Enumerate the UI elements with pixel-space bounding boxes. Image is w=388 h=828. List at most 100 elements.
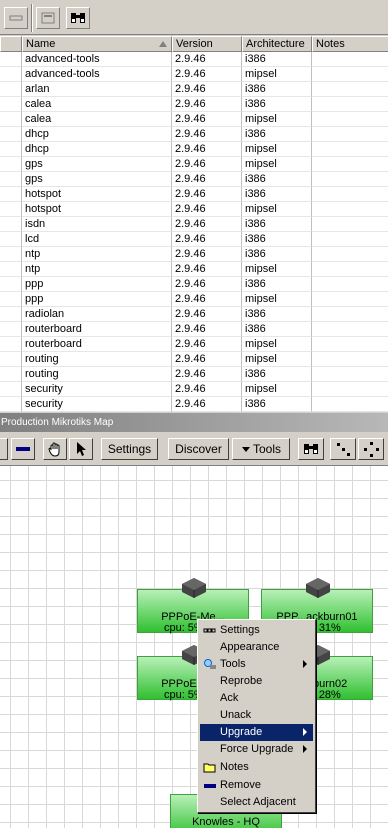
- menu-item-upgrade[interactable]: Upgrade: [200, 724, 313, 741]
- select-tool-button[interactable]: [69, 438, 93, 460]
- settings-button[interactable]: Settings: [101, 438, 158, 460]
- find-device-button[interactable]: [298, 438, 324, 460]
- table-row[interactable]: routerboard 2.9.46 i386: [0, 322, 388, 337]
- row-marker-cell: [0, 397, 22, 412]
- name-cell: ppp: [22, 277, 172, 292]
- tools-dropdown-button[interactable]: Tools: [232, 438, 290, 460]
- top-toolbar: [0, 0, 388, 35]
- minus-icon: [204, 784, 216, 788]
- link-tool-button[interactable]: [11, 438, 35, 460]
- menu-item-reprobe[interactable]: Reprobe: [200, 673, 313, 690]
- menu-item-notes[interactable]: Notes: [200, 759, 313, 776]
- discover-button[interactable]: Discover: [168, 438, 229, 460]
- menu-item-settings[interactable]: Settings: [200, 622, 313, 639]
- layout-circle-button[interactable]: [358, 438, 384, 460]
- architecture-cell: i386: [242, 247, 312, 262]
- row-marker-cell: [0, 352, 22, 367]
- menu-item-force-upgrade[interactable]: Force Upgrade: [200, 741, 313, 758]
- copy-button[interactable]: [36, 7, 60, 29]
- row-marker-cell: [0, 292, 22, 307]
- layout-diagonal-button[interactable]: [330, 438, 356, 460]
- version-cell: 2.9.46: [172, 232, 242, 247]
- notes-cell: [312, 292, 388, 307]
- table-row[interactable]: gps 2.9.46 i386: [0, 172, 388, 187]
- header-notes[interactable]: Notes: [312, 36, 388, 52]
- version-cell: 2.9.46: [172, 52, 242, 67]
- notes-cell: [312, 142, 388, 157]
- version-cell: 2.9.46: [172, 352, 242, 367]
- version-cell: 2.9.46: [172, 217, 242, 232]
- name-cell: routing: [22, 367, 172, 382]
- circle-nodes-icon: [364, 442, 379, 457]
- version-cell: 2.9.46: [172, 142, 242, 157]
- header-version[interactable]: Version: [172, 36, 242, 52]
- header-name[interactable]: Name: [22, 36, 172, 52]
- table-row[interactable]: calea 2.9.46 mipsel: [0, 112, 388, 127]
- notes-cell: [312, 307, 388, 322]
- version-cell: 2.9.46: [172, 112, 242, 127]
- architecture-cell: i386: [242, 187, 312, 202]
- packages-table: Name Version Architecture Notes advanced…: [0, 36, 388, 412]
- header-architecture[interactable]: Architecture: [242, 36, 312, 52]
- hand-icon: [48, 442, 60, 457]
- table-row[interactable]: arlan 2.9.46 i386: [0, 82, 388, 97]
- version-cell: 2.9.46: [172, 202, 242, 217]
- table-row[interactable]: ppp 2.9.46 i386: [0, 277, 388, 292]
- table-row[interactable]: advanced-tools 2.9.46 mipsel: [0, 67, 388, 82]
- table-row[interactable]: radiolan 2.9.46 i386: [0, 307, 388, 322]
- minus-button[interactable]: [4, 7, 28, 29]
- name-cell: advanced-tools: [22, 52, 172, 67]
- version-cell: 2.9.46: [172, 322, 242, 337]
- tools-icon: [204, 659, 216, 669]
- version-cell: 2.9.46: [172, 247, 242, 262]
- table-row[interactable]: hotspot 2.9.46 i386: [0, 187, 388, 202]
- notes-cell: [312, 52, 388, 67]
- menu-item-remove[interactable]: Remove: [200, 777, 313, 794]
- table-row[interactable]: security 2.9.46 mipsel: [0, 382, 388, 397]
- table-row[interactable]: security 2.9.46 i386: [0, 397, 388, 412]
- table-row[interactable]: isdn 2.9.46 i386: [0, 217, 388, 232]
- map-toolbar-clipped-button[interactable]: [0, 438, 8, 460]
- toolbar-separator: [31, 4, 33, 32]
- architecture-cell: i386: [242, 277, 312, 292]
- notes-cell: [312, 97, 388, 112]
- table-row[interactable]: ntp 2.9.46 i386: [0, 247, 388, 262]
- version-cell: 2.9.46: [172, 367, 242, 382]
- table-row[interactable]: gps 2.9.46 mipsel: [0, 157, 388, 172]
- name-cell: routerboard: [22, 322, 172, 337]
- pan-tool-button[interactable]: [43, 438, 67, 460]
- architecture-cell: mipsel: [242, 67, 312, 82]
- table-row[interactable]: lcd 2.9.46 i386: [0, 232, 388, 247]
- map-toolbar: Settings Discover Tools: [0, 432, 388, 466]
- submenu-arrow-icon: [303, 728, 307, 736]
- menu-item-tools[interactable]: Tools: [200, 656, 313, 673]
- table-row[interactable]: routerboard 2.9.46 mipsel: [0, 337, 388, 352]
- name-cell: routerboard: [22, 337, 172, 352]
- version-cell: 2.9.46: [172, 277, 242, 292]
- find-button[interactable]: [66, 7, 90, 29]
- table-row[interactable]: dhcp 2.9.46 i386: [0, 127, 388, 142]
- table-header: Name Version Architecture Notes: [0, 36, 388, 52]
- table-row[interactable]: dhcp 2.9.46 mipsel: [0, 142, 388, 157]
- table-row[interactable]: ntp 2.9.46 mipsel: [0, 262, 388, 277]
- row-marker-cell: [0, 307, 22, 322]
- menu-item-appearance[interactable]: Appearance: [200, 639, 313, 656]
- menu-item-unack[interactable]: Unack: [200, 707, 313, 724]
- table-row[interactable]: calea 2.9.46 i386: [0, 97, 388, 112]
- notes-cell: [312, 112, 388, 127]
- notes-cell: [312, 217, 388, 232]
- table-row[interactable]: advanced-tools 2.9.46 i386: [0, 52, 388, 67]
- header-blank[interactable]: [0, 36, 22, 52]
- table-row[interactable]: ppp 2.9.46 mipsel: [0, 292, 388, 307]
- notes-cell: [312, 67, 388, 82]
- table-row[interactable]: routing 2.9.46 mipsel: [0, 352, 388, 367]
- table-row[interactable]: routing 2.9.46 i386: [0, 367, 388, 382]
- architecture-cell: mipsel: [242, 292, 312, 307]
- menu-item-select-adjacent[interactable]: Select Adjacent: [200, 794, 313, 811]
- architecture-cell: i386: [242, 322, 312, 337]
- name-cell: hotspot: [22, 202, 172, 217]
- map-canvas[interactable]: PPPoE-Me... cpu: 5% d... PPP...ackburn01…: [0, 466, 388, 828]
- table-row[interactable]: hotspot 2.9.46 mipsel: [0, 202, 388, 217]
- row-marker-cell: [0, 82, 22, 97]
- menu-item-ack[interactable]: Ack: [200, 690, 313, 707]
